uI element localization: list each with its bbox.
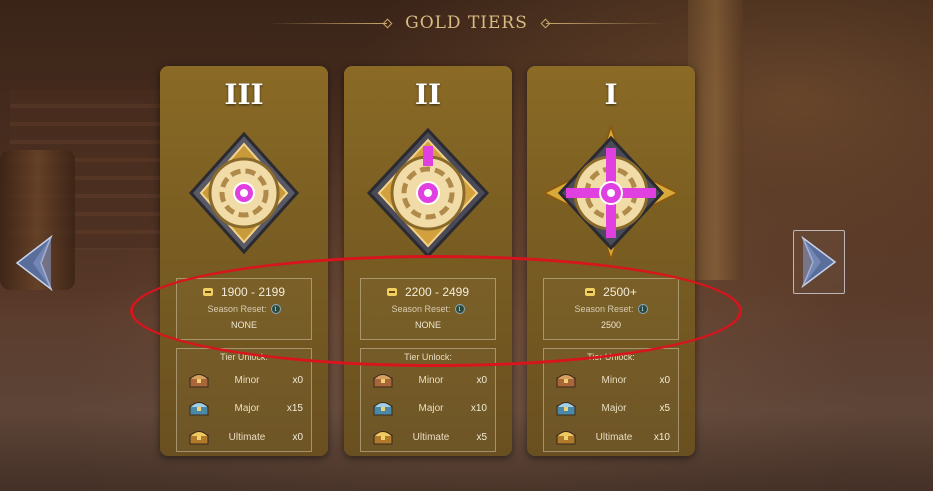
reward-label: Ultimate bbox=[595, 431, 633, 443]
reward-count: x0 bbox=[292, 374, 303, 386]
reward-row: Major x15 bbox=[177, 397, 311, 419]
reward-label: Minor bbox=[234, 374, 260, 386]
tier-numeral: III bbox=[224, 78, 264, 111]
reward-row: Major x10 bbox=[361, 397, 495, 419]
season-reset-value: NONE bbox=[414, 320, 441, 330]
reward-count: x0 bbox=[292, 431, 303, 443]
rating-range: 1900 - 2199 bbox=[220, 285, 286, 299]
reward-row: Major x5 bbox=[544, 397, 678, 419]
header-divider-left bbox=[267, 18, 393, 28]
tier-info-box: 1900 - 2199 Season Reset: i NONE bbox=[176, 278, 312, 340]
reward-row: Ultimate x5 bbox=[361, 426, 495, 448]
reward-label: Major bbox=[234, 402, 260, 414]
reward-count: x5 bbox=[476, 431, 487, 443]
header-divider-right bbox=[540, 18, 666, 28]
reward-count: x15 bbox=[286, 402, 303, 414]
major-chest-icon bbox=[373, 402, 393, 416]
reward-row: Minor x0 bbox=[544, 369, 678, 391]
minor-chest-icon bbox=[189, 374, 209, 388]
info-icon[interactable]: i bbox=[637, 304, 648, 314]
next-button[interactable] bbox=[793, 230, 845, 294]
ultimate-chest-icon bbox=[556, 431, 576, 445]
tier-info-box: 2500+ Season Reset: i 2500 bbox=[543, 278, 679, 340]
tier-card: II 2200 - 2499 Season Reset: i NONE Tier… bbox=[344, 66, 512, 456]
rank-icon bbox=[585, 288, 596, 296]
season-reset-value: 2500 bbox=[600, 320, 622, 330]
prev-button[interactable] bbox=[10, 232, 60, 294]
tier-unlock-box: Tier Unlock: Minor x0 Major x15 Ultimate… bbox=[176, 348, 312, 452]
tier-emblem-icon bbox=[541, 122, 681, 264]
reward-row: Ultimate x0 bbox=[177, 426, 311, 448]
rank-icon bbox=[202, 288, 213, 296]
tier-emblem-icon bbox=[177, 126, 311, 260]
tier-info-box: 2200 - 2499 Season Reset: i NONE bbox=[360, 278, 496, 340]
season-reset-label: Season Reset: bbox=[207, 304, 267, 314]
tier-emblem-icon bbox=[361, 126, 495, 260]
tier-unlock-box: Tier Unlock: Minor x0 Major x10 Ultimate… bbox=[360, 348, 496, 452]
season-reset-label: Season Reset: bbox=[574, 304, 634, 314]
header: GOLD TIERS bbox=[0, 8, 933, 38]
reward-label: Ultimate bbox=[228, 431, 266, 443]
tier-numeral: I bbox=[604, 78, 618, 111]
reward-label: Major bbox=[601, 402, 627, 414]
reward-label: Minor bbox=[601, 374, 627, 386]
info-icon[interactable]: i bbox=[270, 304, 281, 314]
tier-unlock-title: Tier Unlock: bbox=[404, 352, 452, 362]
reward-row: Ultimate x10 bbox=[544, 426, 678, 448]
tier-card: I 2500+ Season Reset: i 2500 Tier Unlock… bbox=[527, 66, 695, 456]
reward-label: Ultimate bbox=[412, 431, 450, 443]
reward-count: x5 bbox=[659, 402, 670, 414]
major-chest-icon bbox=[189, 402, 209, 416]
ultimate-chest-icon bbox=[373, 431, 393, 445]
season-reset-value: NONE bbox=[230, 320, 257, 330]
reward-count: x10 bbox=[470, 402, 487, 414]
major-chest-icon bbox=[556, 402, 576, 416]
tier-unlock-title: Tier Unlock: bbox=[587, 352, 635, 362]
ultimate-chest-icon bbox=[189, 431, 209, 445]
rank-icon bbox=[386, 288, 397, 296]
reward-row: Minor x0 bbox=[177, 369, 311, 391]
minor-chest-icon bbox=[373, 374, 393, 388]
tier-numeral: II bbox=[414, 78, 442, 111]
chevron-right-icon bbox=[801, 235, 837, 289]
reward-count: x0 bbox=[476, 374, 487, 386]
season-reset-label: Season Reset: bbox=[391, 304, 451, 314]
minor-chest-icon bbox=[556, 374, 576, 388]
chevron-left-icon bbox=[15, 234, 53, 292]
reward-count: x10 bbox=[653, 431, 670, 443]
info-icon[interactable]: i bbox=[454, 304, 465, 314]
reward-label: Major bbox=[418, 402, 444, 414]
reward-count: x0 bbox=[659, 374, 670, 386]
background-pillar bbox=[688, 0, 743, 280]
page-title: GOLD TIERS bbox=[405, 13, 528, 33]
reward-label: Minor bbox=[418, 374, 444, 386]
rating-range: 2500+ bbox=[603, 285, 637, 299]
tier-unlock-title: Tier Unlock: bbox=[220, 352, 268, 362]
rating-range: 2200 - 2499 bbox=[404, 285, 470, 299]
reward-row: Minor x0 bbox=[361, 369, 495, 391]
tier-unlock-box: Tier Unlock: Minor x0 Major x5 Ultimate … bbox=[543, 348, 679, 452]
tier-card: III 1900 - 2199 Season Reset: i NONE Tie… bbox=[160, 66, 328, 456]
